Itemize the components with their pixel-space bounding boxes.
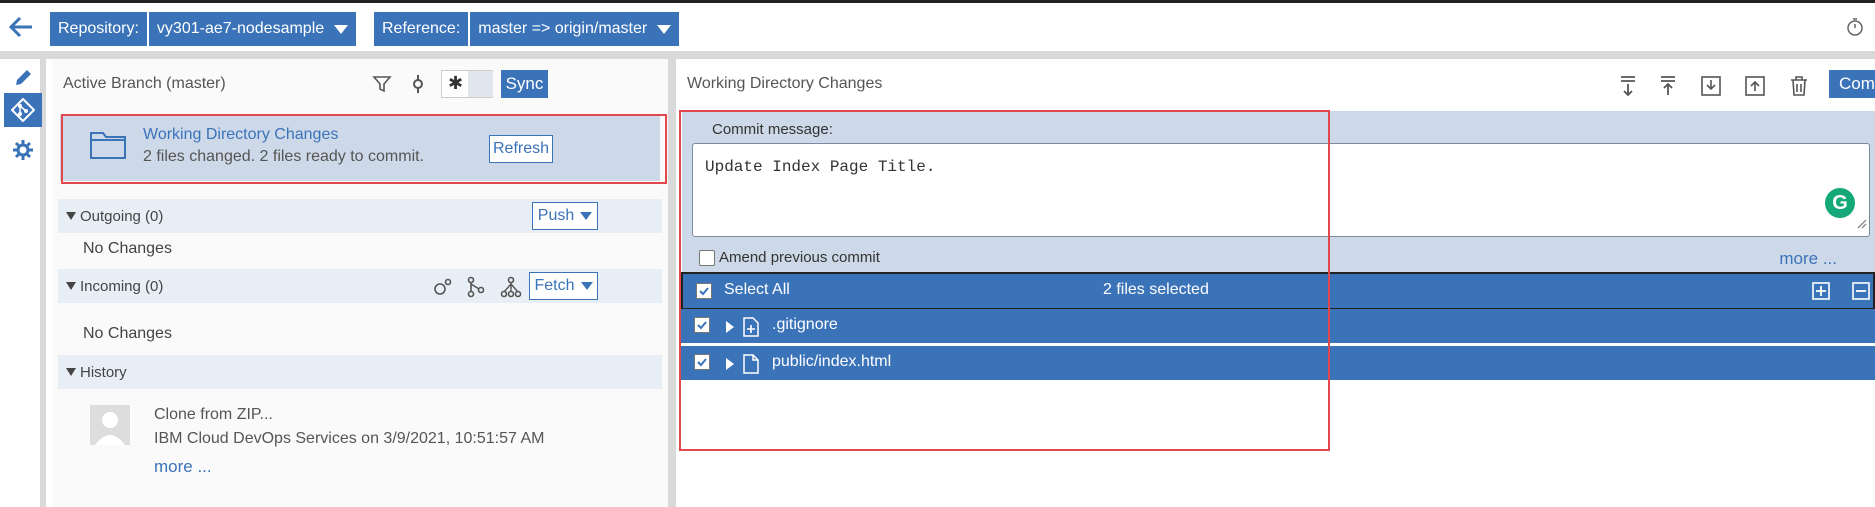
- stash-icon[interactable]: [1699, 74, 1723, 98]
- repository-value: vy301-ae7-nodesample: [156, 20, 325, 37]
- file-checkbox[interactable]: [694, 354, 710, 370]
- history-section-header[interactable]: History: [58, 355, 662, 389]
- fetch-label: Fetch: [534, 277, 575, 294]
- expand-all-icon[interactable]: [1812, 282, 1830, 305]
- edit-icon[interactable]: [4, 61, 42, 95]
- toggle-knob: [468, 71, 493, 97]
- toolbar-divider: [0, 51, 1875, 59]
- reference-selector[interactable]: Reference: master => origin/master: [374, 12, 680, 46]
- filter-icon[interactable]: [370, 72, 394, 96]
- commit-button[interactable]: Comm: [1829, 70, 1875, 98]
- wdc-pane-title: Working Directory Changes: [687, 75, 883, 92]
- merge-icon[interactable]: [466, 276, 486, 302]
- amend-checkbox[interactable]: [699, 249, 715, 266]
- repository-selector[interactable]: Repository: vy301-ae7-nodesample: [50, 12, 357, 46]
- resize-handle-icon[interactable]: [1855, 216, 1867, 234]
- unstash-icon[interactable]: [1743, 74, 1767, 98]
- commit-message-label: Commit message:: [712, 121, 833, 138]
- avatar: [90, 405, 130, 445]
- git-icon[interactable]: [4, 93, 42, 127]
- pull-down-icon[interactable]: [1616, 74, 1640, 98]
- push-button[interactable]: Push: [532, 202, 598, 230]
- wdc-subtitle: 2 files changed. 2 files ready to commit…: [143, 148, 425, 165]
- amend-label: Amend previous commit: [719, 249, 880, 266]
- push-label: Push: [537, 207, 575, 224]
- push-up-icon[interactable]: [1656, 74, 1680, 98]
- commit-node-icon[interactable]: [406, 72, 430, 96]
- expand-triangle-icon[interactable]: [726, 321, 734, 333]
- wdc-title: Working Directory Changes: [143, 126, 339, 143]
- top-toolbar: Repository: vy301-ae7-nodesample Referen…: [0, 3, 1875, 51]
- select-all-row[interactable]: Select All 2 files selected: [681, 272, 1875, 310]
- active-branch-pane: Active Branch (master) ✱ Sync Working Di…: [52, 59, 668, 507]
- file-add-icon: [743, 317, 759, 342]
- amend-checkbox-row[interactable]: Amend previous commit: [699, 249, 880, 266]
- folder-icon: [90, 129, 126, 164]
- active-branch-title: Active Branch (master): [63, 75, 226, 92]
- incoming-label: Incoming (0): [80, 277, 164, 295]
- triangle-down-icon: [66, 282, 76, 290]
- chevron-down-icon: [657, 24, 672, 34]
- history-item-title: Clone from ZIP...: [154, 406, 273, 423]
- stopwatch-icon[interactable]: [1845, 17, 1865, 37]
- sync-button[interactable]: Sync: [501, 70, 548, 98]
- trash-icon[interactable]: [1787, 74, 1811, 98]
- asterisk-icon: ✱: [448, 73, 464, 93]
- triangle-down-icon: [66, 212, 76, 220]
- expand-triangle-icon[interactable]: [726, 358, 734, 370]
- reference-label: Reference:: [374, 12, 471, 46]
- chevron-down-icon: [580, 212, 593, 220]
- collapse-all-icon[interactable]: [1852, 282, 1870, 305]
- toggle-switch[interactable]: ✱: [441, 70, 493, 98]
- squash-icon[interactable]: [500, 276, 522, 302]
- commit-message-text: Update Index Page Title.: [705, 158, 936, 176]
- history-label: History: [80, 363, 127, 381]
- incoming-section-header[interactable]: Incoming (0) Fetch: [58, 269, 662, 303]
- settings-gear-icon[interactable]: [4, 133, 42, 167]
- pane-splitter[interactable]: [668, 59, 676, 507]
- file-name: public/index.html: [772, 353, 892, 370]
- left-rail: [0, 59, 46, 507]
- commit-message-input[interactable]: Update Index Page Title. G: [692, 143, 1870, 237]
- select-all-label: Select All: [724, 281, 790, 298]
- outgoing-label: Outgoing (0): [80, 207, 164, 225]
- incoming-empty: No Changes: [83, 325, 172, 342]
- repository-label: Repository:: [50, 12, 149, 46]
- outgoing-section-header[interactable]: Outgoing (0) Push: [58, 199, 662, 233]
- rebase-icon[interactable]: [432, 277, 454, 301]
- refresh-button[interactable]: Refresh: [489, 135, 553, 163]
- select-all-checkbox[interactable]: [696, 283, 712, 299]
- history-more-link[interactable]: more ...: [154, 457, 212, 477]
- commit-more-link[interactable]: more ...: [1779, 249, 1837, 269]
- commit-panel: Commit message: Update Index Page Title.…: [682, 111, 1875, 285]
- files-selected-label: 2 files selected: [1103, 281, 1209, 298]
- file-icon: [743, 354, 759, 379]
- file-name: .gitignore: [772, 316, 838, 333]
- outgoing-empty: No Changes: [83, 240, 172, 257]
- chevron-down-icon: [580, 282, 593, 290]
- triangle-down-icon: [66, 368, 76, 376]
- working-directory-changes-item[interactable]: Working Directory Changes 2 files change…: [60, 115, 660, 181]
- grammarly-icon[interactable]: G: [1825, 188, 1855, 218]
- fetch-button[interactable]: Fetch: [529, 272, 598, 300]
- file-row[interactable]: public/index.html: [681, 346, 1875, 380]
- reference-value: master => origin/master: [478, 20, 648, 37]
- chevron-down-icon: [334, 24, 349, 34]
- working-directory-pane: Working Directory Changes Comm Commit me…: [676, 59, 1875, 507]
- file-row[interactable]: .gitignore: [681, 309, 1875, 343]
- history-item-author: IBM Cloud DevOps Services on 3/9/2021, 1…: [154, 430, 545, 447]
- back-arrow-icon[interactable]: [8, 15, 38, 41]
- file-checkbox[interactable]: [694, 317, 710, 333]
